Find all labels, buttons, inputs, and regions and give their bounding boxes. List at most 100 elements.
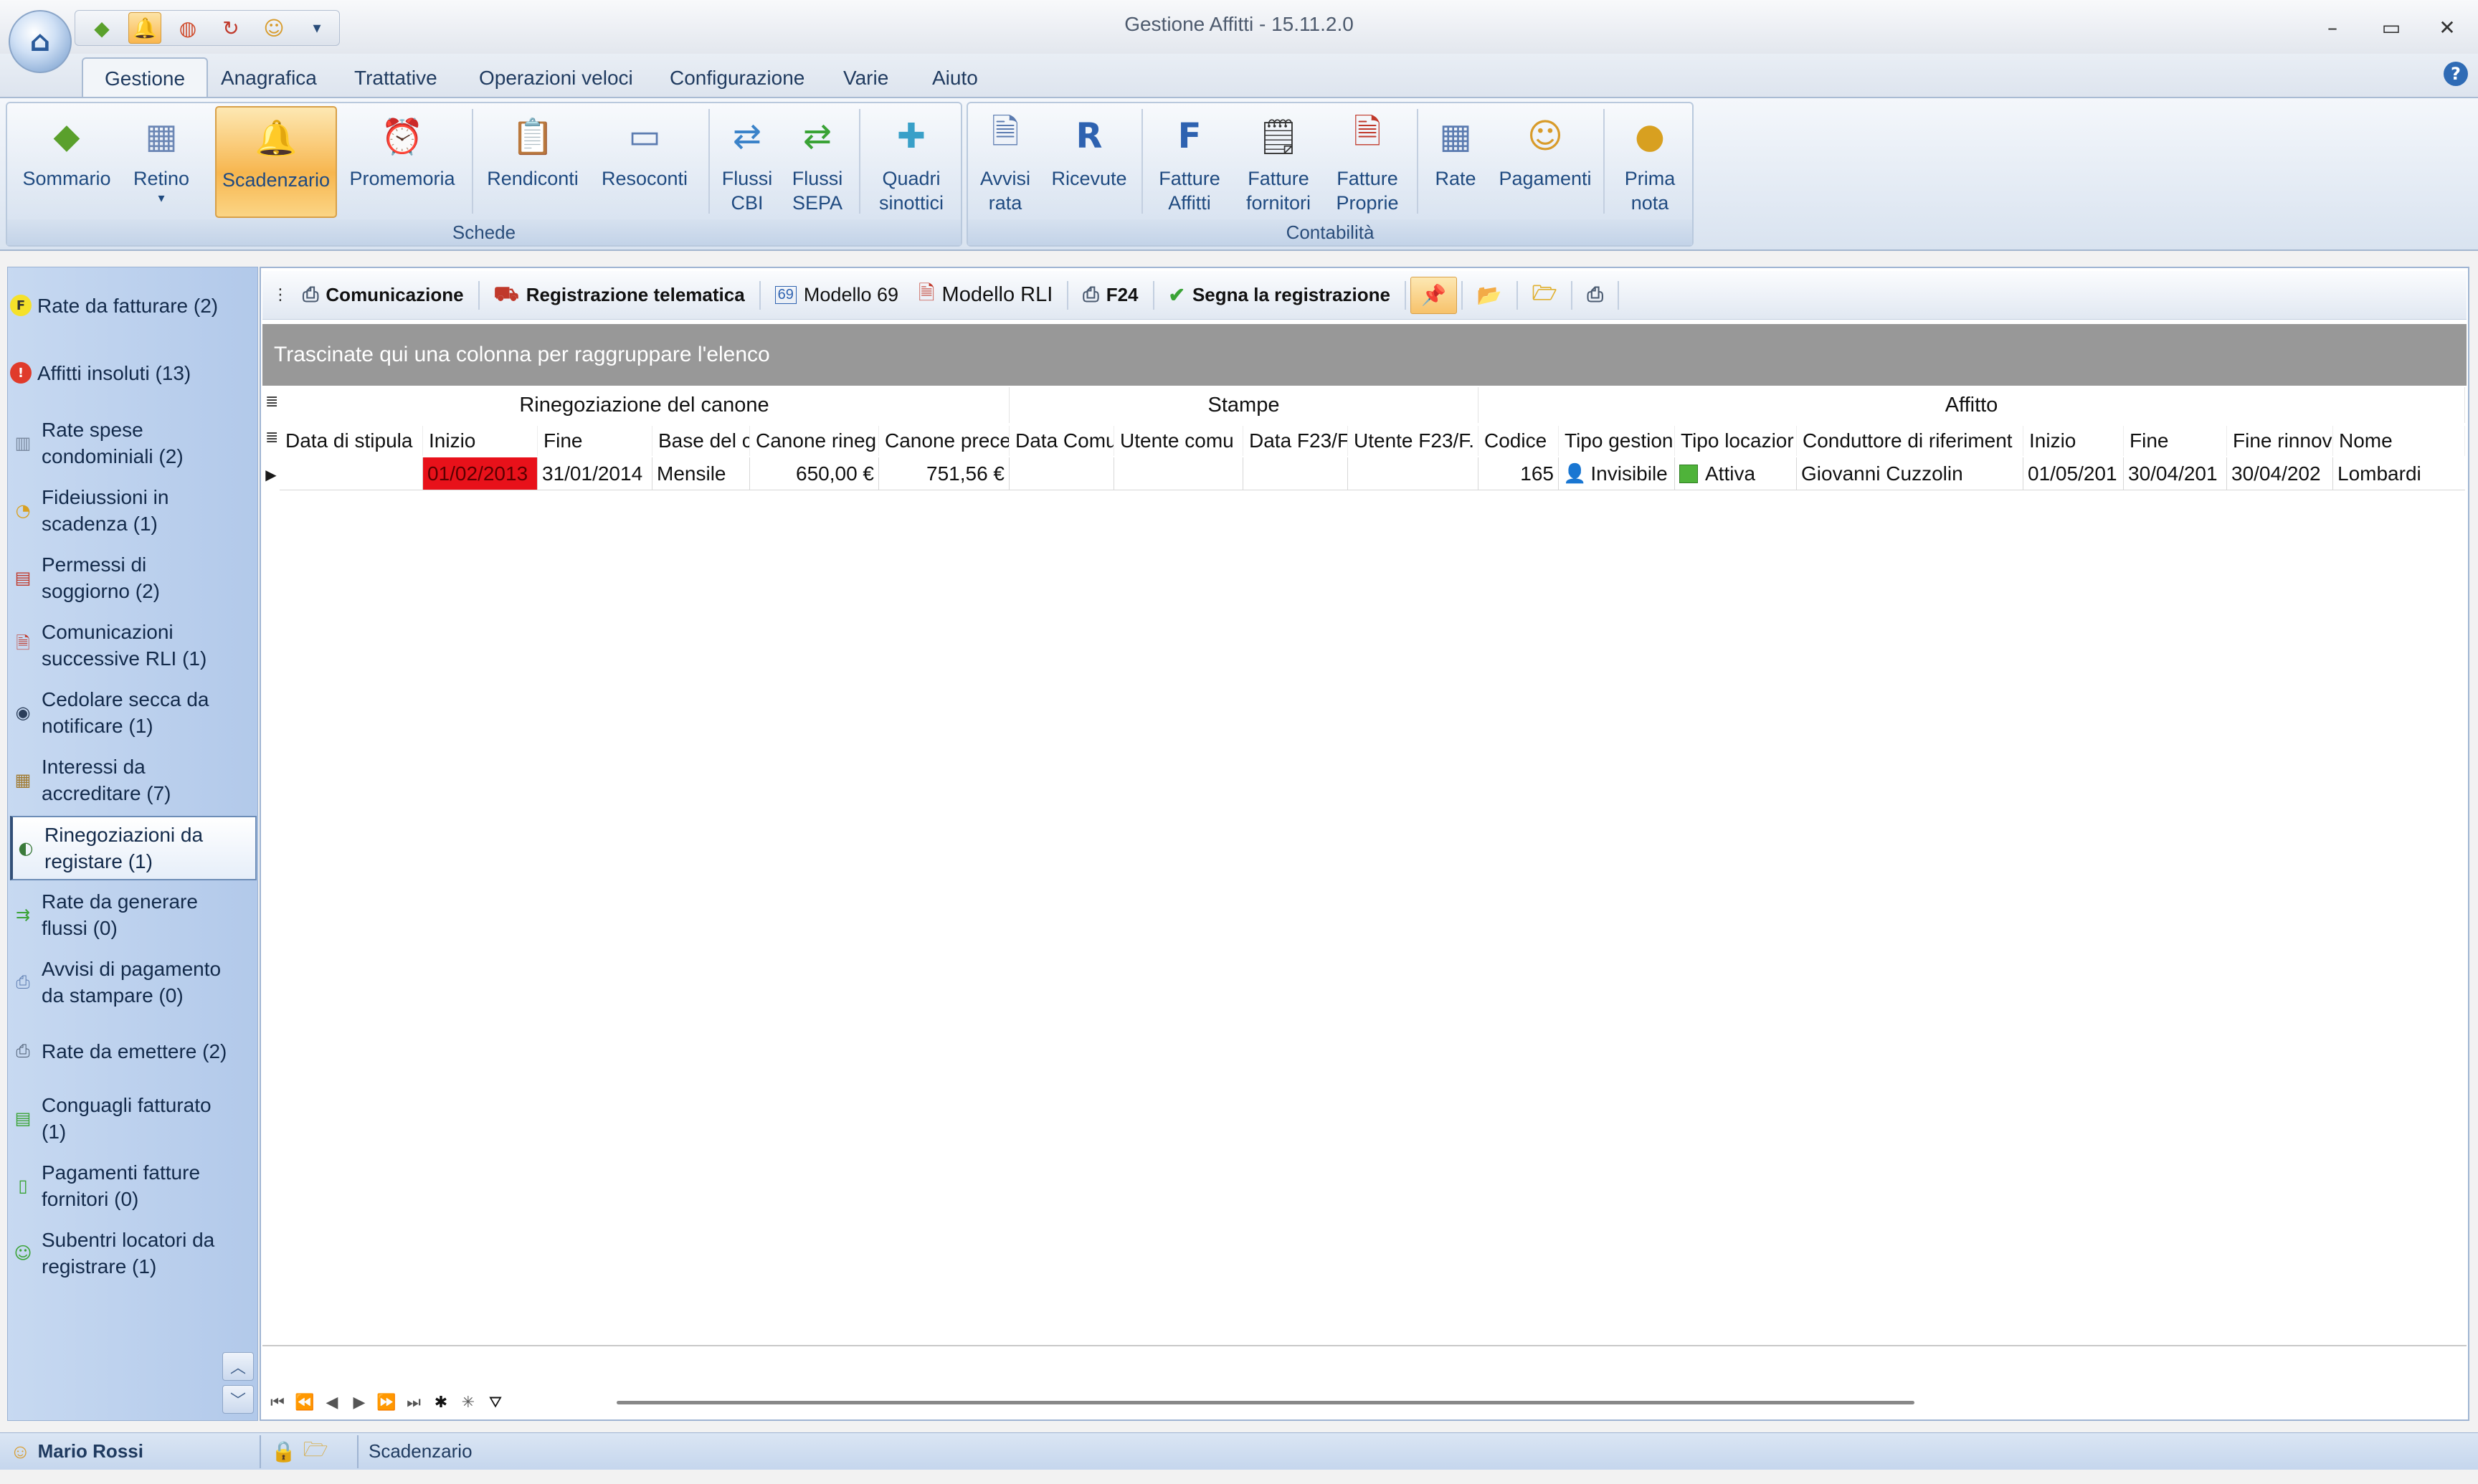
- col-affitto-inizio[interactable]: Inizio: [2023, 426, 2124, 456]
- table-cell[interactable]: Lombardi: [2333, 457, 2465, 490]
- col-tipo-gestione[interactable]: Tipo gestion: [1559, 426, 1675, 456]
- sidebar-item-affitti-insoluti[interactable]: ! Affitti insoluti (13): [10, 351, 257, 394]
- col-canone-precedente[interactable]: Canone prece: [879, 426, 1010, 456]
- band-rinegoziazione[interactable]: Rinegoziazione del canone: [280, 387, 1010, 423]
- col-tipo-locazione[interactable]: Tipo locazior: [1675, 426, 1797, 456]
- table-cell[interactable]: 751,56 €: [879, 457, 1010, 490]
- col-affitto-fine[interactable]: Fine: [2124, 426, 2227, 456]
- sidebar-item-rate-da-emettere[interactable]: ⎙ Rate da emettere (2): [10, 1029, 257, 1072]
- table-cell[interactable]: 650,00 €: [750, 457, 879, 490]
- rate-button[interactable]: ▦ Rate: [1423, 106, 1489, 218]
- table-cell[interactable]: Attiva: [1675, 457, 1797, 490]
- table-cell[interactable]: Mensile: [652, 457, 750, 490]
- tab-varie[interactable]: Varie: [822, 57, 910, 98]
- sidebar-item-conguagli[interactable]: ▤ Conguagli fatturato (1): [10, 1090, 257, 1147]
- sidebar-item-rate-spese-condominiali[interactable]: ▥ Rate spese condominiali (2): [10, 414, 257, 472]
- sidebar-item-comunicazioni-rli[interactable]: 🗎 Comunicazioni successive RLI (1): [10, 617, 257, 674]
- table-cell[interactable]: 30/04/201: [2124, 457, 2227, 490]
- col-conduttore[interactable]: Conduttore di riferiment: [1797, 426, 2023, 456]
- application-menu-button[interactable]: ⌂: [9, 10, 72, 73]
- avvisi-rata-button[interactable]: 🗎 Avvisi rata: [972, 106, 1038, 218]
- modello-69-button[interactable]: 69 Modello 69: [765, 277, 908, 314]
- sidebar-item-rinegoziazioni[interactable]: ◐ Rinegoziazioni da registare (1): [10, 816, 257, 880]
- col-data-comunicazione[interactable]: Data Comu: [1010, 426, 1114, 456]
- col-fine[interactable]: Fine: [538, 426, 652, 456]
- col-nome[interactable]: Nome: [2333, 426, 2465, 456]
- tab-configurazione[interactable]: Configurazione: [648, 57, 826, 98]
- sidebar-item-permessi-soggiorno[interactable]: ▤ Permessi di soggiorno (2): [10, 549, 257, 607]
- table-cell[interactable]: [1348, 457, 1478, 490]
- flussi-cbi-button[interactable]: ⇄ Flussi CBI: [714, 106, 780, 218]
- table-cell[interactable]: [1243, 457, 1348, 490]
- resoconti-button[interactable]: ▭ Resoconti: [591, 106, 698, 218]
- band-grip-icon[interactable]: ≣: [265, 393, 278, 411]
- open-folder-button[interactable]: 📂: [1467, 277, 1512, 314]
- close-button[interactable]: ✕: [2422, 10, 2472, 44]
- band-stampe[interactable]: Stampe: [1010, 387, 1478, 423]
- ricevute-button[interactable]: R Ricevute: [1044, 106, 1134, 218]
- quadri-sinottici-button[interactable]: ✚ Quadri sinottici: [865, 106, 958, 218]
- sidebar-item-pagamenti-fatture[interactable]: ▯ Pagamenti fatture fornitori (0): [10, 1157, 257, 1214]
- minimize-button[interactable]: –: [2307, 10, 2358, 44]
- col-codice[interactable]: Codice: [1478, 426, 1559, 456]
- table-cell[interactable]: [1114, 457, 1243, 490]
- pagamenti-button[interactable]: ☺ Pagamenti: [1493, 106, 1598, 218]
- col-utente-f23[interactable]: Utente F23/F.: [1348, 426, 1478, 456]
- col-fine-rinnovo[interactable]: Fine rinnov: [2227, 426, 2333, 456]
- prima-nota-button[interactable]: ● Prima nota: [1612, 106, 1688, 218]
- modello-rli-button[interactable]: 🗎 Modello RLI: [908, 277, 1063, 314]
- table-cell[interactable]: [1010, 457, 1114, 490]
- fatture-fornitori-button[interactable]: 🗒 Fatture fornitori: [1236, 106, 1321, 218]
- col-data-stipula[interactable]: Data di stipula: [280, 426, 423, 456]
- next-record-icon[interactable]: ▶: [348, 1394, 370, 1412]
- row-indicator-icon[interactable]: ▶: [264, 459, 278, 490]
- filter-icon[interactable]: ⛛: [485, 1394, 506, 1412]
- folder-edit-button[interactable]: 🗁: [1522, 277, 1567, 314]
- previous-record-icon[interactable]: ◀: [321, 1394, 343, 1412]
- sidebar-scroll-up-icon[interactable]: ︿: [222, 1352, 254, 1381]
- print-button[interactable]: ⎙: [1577, 277, 1613, 314]
- band-affitto[interactable]: Affitto: [1478, 387, 2465, 423]
- table-cell[interactable]: 165: [1478, 457, 1559, 490]
- tab-trattative[interactable]: Trattative: [333, 57, 459, 98]
- tab-operazioni-veloci[interactable]: Operazioni veloci: [457, 57, 655, 98]
- fatture-proprie-button[interactable]: 🗎 Fatture Proprie: [1325, 106, 1410, 218]
- scadenzario-button[interactable]: 🔔 Scadenzario: [215, 106, 337, 218]
- tab-gestione[interactable]: Gestione: [82, 57, 209, 98]
- sidebar-item-fideiussioni[interactable]: ◔ Fideiussioni in scadenza (1): [10, 482, 257, 539]
- table-cell[interactable]: Giovanni Cuzzolin: [1797, 457, 2023, 490]
- comunicazione-button[interactable]: ⎙ Comunicazione: [293, 277, 474, 314]
- col-canone-rinegoziato[interactable]: Canone rineg: [750, 426, 879, 456]
- horizontal-scrollbar[interactable]: [617, 1401, 1914, 1404]
- segna-registrazione-button[interactable]: ✔ Segna la registrazione: [1159, 277, 1400, 314]
- col-inizio[interactable]: Inizio: [423, 426, 538, 456]
- registrazione-telematica-button[interactable]: ⛟ Registrazione telematica: [484, 277, 755, 314]
- sidebar-scroll-down-icon[interactable]: ﹀: [222, 1385, 254, 1414]
- group-by-panel[interactable]: Trascinate qui una colonna per raggruppa…: [262, 324, 2467, 386]
- tab-aiuto[interactable]: Aiuto: [911, 57, 1000, 98]
- first-record-icon[interactable]: ⏮: [267, 1394, 288, 1412]
- lock-icon[interactable]: 🔒: [271, 1440, 296, 1463]
- pin-button[interactable]: 📌: [1410, 276, 1457, 314]
- sidebar-item-avvisi-pagamento[interactable]: ⎙ Avvisi di pagamento da stampare (0): [10, 953, 257, 1011]
- f24-button[interactable]: ⎙ F24: [1073, 277, 1148, 314]
- previous-page-icon[interactable]: ⏪: [294, 1394, 315, 1412]
- table-cell[interactable]: 01/02/2013: [423, 457, 538, 490]
- col-utente-comunicazione[interactable]: Utente comu: [1114, 426, 1243, 456]
- promemoria-button[interactable]: ⏰ Promemoria: [341, 106, 463, 218]
- folder-lock-icon[interactable]: 🗁: [303, 1435, 328, 1469]
- col-data-f23[interactable]: Data F23/F: [1243, 426, 1348, 456]
- next-page-icon[interactable]: ⏩: [376, 1394, 397, 1412]
- table-cell[interactable]: 01/05/201: [2023, 457, 2124, 490]
- col-base-canone[interactable]: Base del c: [652, 426, 750, 456]
- flussi-sepa-button[interactable]: ⇄ Flussi SEPA: [783, 106, 852, 218]
- sidebar-item-rate-da-fatturare[interactable]: F Rate da fatturare (2): [10, 284, 257, 327]
- table-cell[interactable]: 👤 Invisibile: [1559, 457, 1675, 490]
- sidebar-item-subentri[interactable]: ☺ Subentri locatori da registrare (1): [10, 1224, 257, 1282]
- last-record-icon[interactable]: ⏭: [403, 1394, 424, 1412]
- sidebar-item-rate-generare-flussi[interactable]: ⇉ Rate da generare flussi (0): [10, 886, 257, 943]
- sidebar-item-cedolare-secca[interactable]: ◉ Cedolare secca da notificare (1): [10, 684, 257, 741]
- table-cell[interactable]: 31/01/2014: [538, 457, 652, 490]
- column-grip-icon[interactable]: ≣: [265, 429, 278, 447]
- restore-button[interactable]: ▭: [2366, 10, 2416, 44]
